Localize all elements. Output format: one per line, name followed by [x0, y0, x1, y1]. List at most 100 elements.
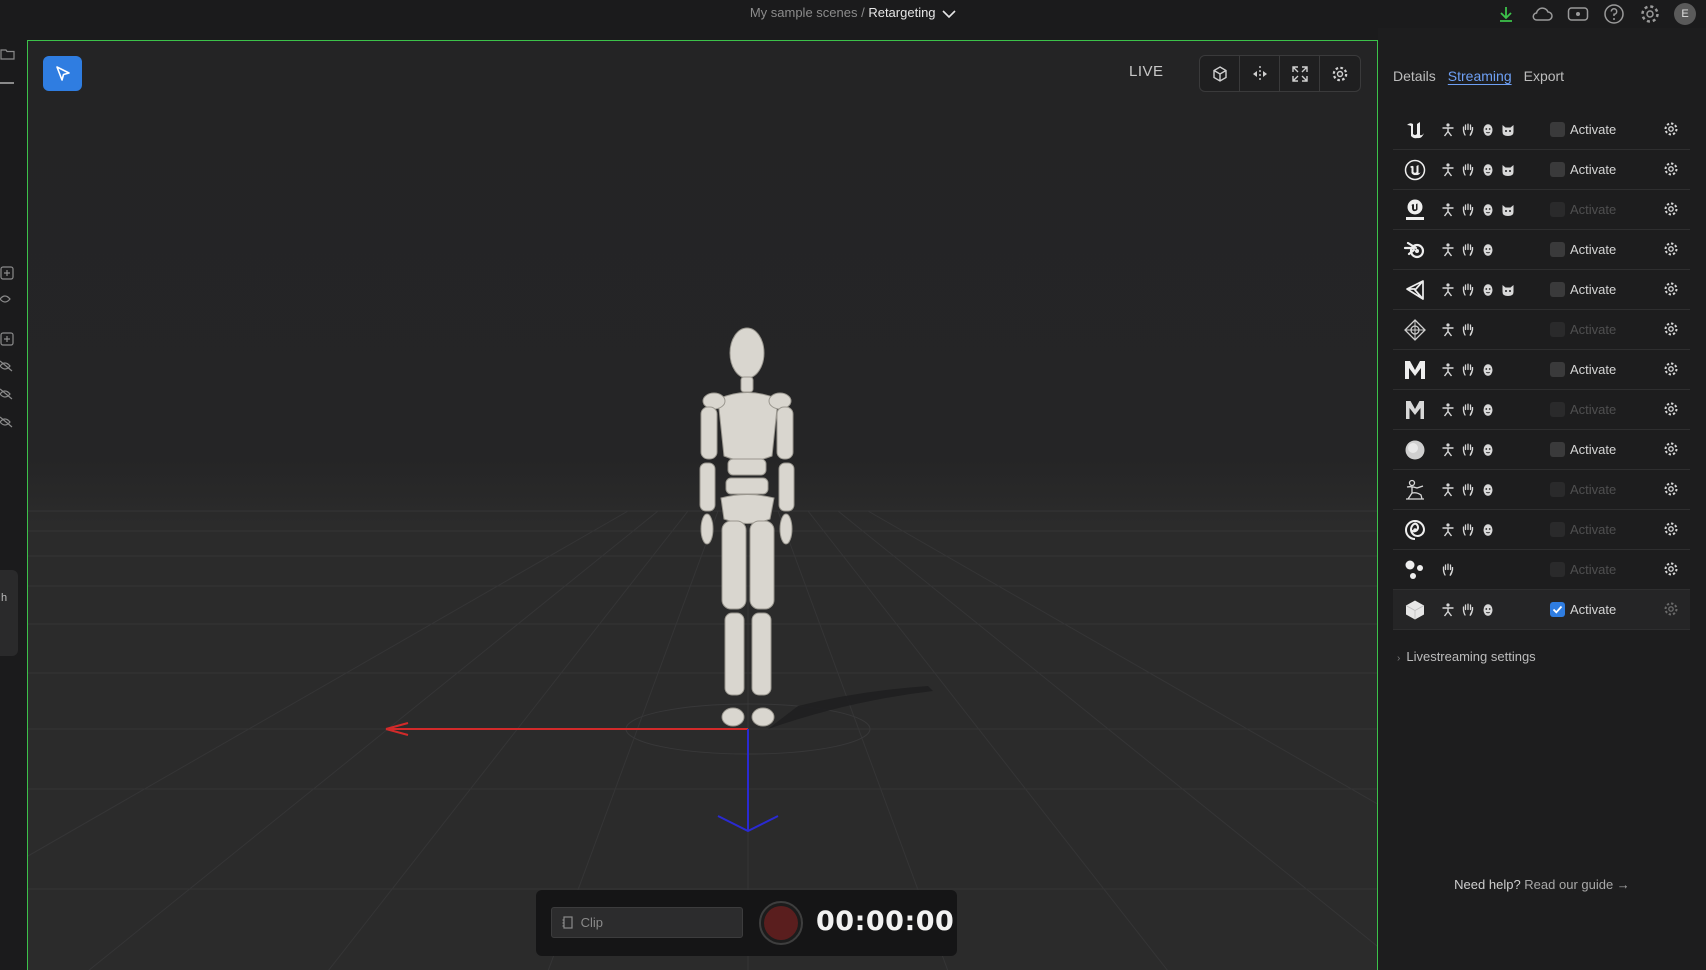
left-outliner-strip: h: [0, 40, 26, 970]
breadcrumb-parent[interactable]: My sample scenes /: [750, 5, 865, 20]
activate-checkbox[interactable]: [1550, 282, 1565, 297]
target-settings-gear-icon[interactable]: [1663, 361, 1681, 379]
props-capability-icon: [1500, 202, 1516, 218]
eye-off-icon[interactable]: [0, 414, 16, 430]
target-settings-gear-icon[interactable]: [1663, 561, 1681, 579]
target-settings-gear-icon[interactable]: [1663, 601, 1681, 619]
eye-icon[interactable]: [0, 291, 16, 307]
props-capability-icon: [1500, 162, 1516, 178]
eye-off-icon[interactable]: [0, 358, 16, 374]
activate-label: Activate: [1570, 602, 1617, 617]
collapsed-panel-tab[interactable]: h: [0, 570, 18, 656]
right-panel: Details Streaming Export Activate Activat…: [1378, 28, 1706, 970]
activate-checkbox[interactable]: [1550, 602, 1565, 617]
viewport-settings-button[interactable]: [1320, 56, 1360, 91]
hands-capability-icon: [1440, 562, 1456, 578]
body-capability-icon: [1440, 442, 1456, 458]
3d-viewport[interactable]: LIVE Clip 00:00:00: [27, 40, 1378, 970]
body-capability-icon: [1440, 322, 1456, 338]
target-settings-gear-icon[interactable]: [1663, 521, 1681, 539]
capability-icons: [1440, 602, 1496, 618]
body-capability-icon: [1440, 362, 1456, 378]
streaming-target-row: Activate: [1393, 230, 1690, 270]
capability-icons: [1440, 482, 1496, 498]
face-capability-icon: [1480, 482, 1496, 498]
mirror-button[interactable]: [1240, 56, 1280, 91]
add-box-icon[interactable]: [0, 331, 16, 347]
avatar[interactable]: E: [1674, 3, 1696, 25]
cube-logo-icon: [1403, 598, 1427, 622]
mannequin-figure: [699, 327, 795, 727]
fullscreen-button[interactable]: [1280, 56, 1320, 91]
target-settings-gear-icon[interactable]: [1663, 121, 1681, 139]
record-dot-icon: [764, 906, 798, 940]
breadcrumb-current[interactable]: Retargeting: [868, 5, 935, 20]
capability-icons: [1440, 522, 1496, 538]
activate-checkbox[interactable]: [1550, 122, 1565, 137]
activate-label: Activate: [1570, 202, 1617, 217]
activate-label: Activate: [1570, 362, 1617, 377]
capability-icons: [1440, 202, 1516, 218]
streaming-target-row: Activate: [1393, 510, 1690, 550]
target-settings-gear-icon[interactable]: [1663, 441, 1681, 459]
streaming-target-row: Activate: [1393, 470, 1690, 510]
activate-label: Activate: [1570, 442, 1617, 457]
record-device-icon[interactable]: [1566, 2, 1590, 26]
body-capability-icon: [1440, 402, 1456, 418]
target-settings-gear-icon[interactable]: [1663, 241, 1681, 259]
activate-checkbox[interactable]: [1550, 442, 1565, 457]
target-settings-gear-icon[interactable]: [1663, 481, 1681, 499]
target-settings-gear-icon[interactable]: [1663, 161, 1681, 179]
activate-label: Activate: [1570, 282, 1617, 297]
tab-details[interactable]: Details: [1393, 68, 1436, 84]
unreal-engine-logo-icon: [1403, 118, 1427, 142]
activate-checkbox: [1550, 322, 1565, 337]
target-settings-gear-icon[interactable]: [1663, 281, 1681, 299]
breadcrumb[interactable]: My sample scenes / Retargeting: [0, 5, 1706, 20]
settings-gear-icon[interactable]: [1638, 2, 1662, 26]
streaming-target-row: Activate: [1393, 550, 1690, 590]
activate-checkbox[interactable]: [1550, 162, 1565, 177]
eye-off-icon[interactable]: [0, 386, 16, 402]
clip-name-input[interactable]: Clip: [551, 907, 743, 938]
help-icon[interactable]: [1602, 2, 1626, 26]
activate-checkbox: [1550, 482, 1565, 497]
hands-capability-icon: [1460, 322, 1476, 338]
tab-export[interactable]: Export: [1524, 68, 1564, 84]
motionbuilder-logo-icon: [1403, 398, 1427, 422]
record-button[interactable]: [759, 901, 803, 945]
hands-capability-icon: [1460, 202, 1476, 218]
download-icon[interactable]: [1494, 2, 1518, 26]
activate-checkbox[interactable]: [1550, 362, 1565, 377]
body-capability-icon: [1440, 482, 1456, 498]
target-settings-gear-icon[interactable]: [1663, 201, 1681, 219]
add-box-icon[interactable]: [0, 265, 16, 281]
body-capability-icon: [1440, 602, 1456, 618]
hands-capability-icon: [1460, 282, 1476, 298]
activate-label: Activate: [1570, 322, 1617, 337]
film-icon: [562, 916, 573, 929]
body-capability-icon: [1440, 202, 1456, 218]
unity-logo-icon: [1403, 278, 1427, 302]
props-capability-icon: [1500, 122, 1516, 138]
tab-streaming[interactable]: Streaming: [1448, 68, 1512, 84]
cloud-icon[interactable]: [1530, 2, 1554, 26]
read-guide-link[interactable]: Read our guide →: [1524, 877, 1630, 892]
capability-icons: [1440, 282, 1516, 298]
target-settings-gear-icon[interactable]: [1663, 321, 1681, 339]
cube-view-button[interactable]: [1200, 56, 1240, 91]
chevron-down-icon[interactable]: [942, 9, 956, 19]
activate-checkbox: [1550, 402, 1565, 417]
folder-add-icon[interactable]: [0, 46, 16, 62]
character-logo-icon: [1403, 478, 1427, 502]
hands-capability-icon: [1460, 602, 1476, 618]
activate-label: Activate: [1570, 402, 1617, 417]
activate-checkbox[interactable]: [1550, 242, 1565, 257]
activate-label: Activate: [1570, 562, 1617, 577]
select-tool-button[interactable]: [43, 56, 82, 91]
activate-checkbox: [1550, 562, 1565, 577]
target-settings-gear-icon[interactable]: [1663, 401, 1681, 419]
face-capability-icon: [1480, 282, 1496, 298]
activate-label: Activate: [1570, 242, 1617, 257]
livestreaming-settings-toggle[interactable]: › Livestreaming settings: [1397, 649, 1536, 664]
